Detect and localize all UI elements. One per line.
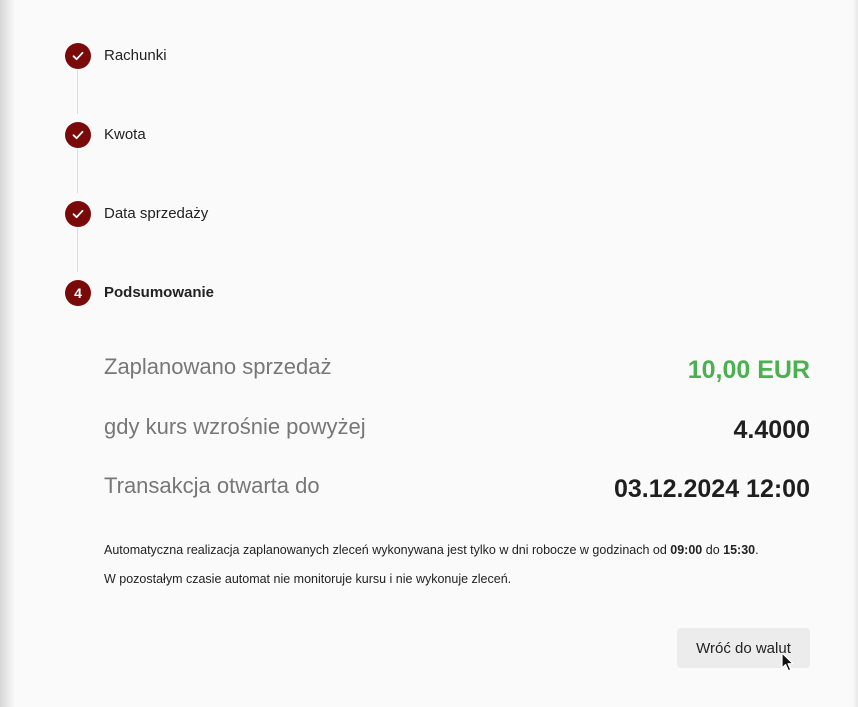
info-monitoring-note: W pozostałym czasie automat nie monitoru… bbox=[104, 572, 512, 586]
stepper-connector bbox=[77, 70, 78, 114]
summary-label-open-until: Transakcja otwarta do bbox=[104, 473, 320, 498]
step-3-completed-indicator bbox=[65, 201, 91, 227]
check-icon bbox=[72, 51, 84, 61]
info-execution-hours: Automatyczna realizacja zaplanowanych zl… bbox=[104, 542, 759, 558]
step-4-active-indicator: 4 bbox=[65, 280, 91, 306]
summary-value-amount: 10,00 EUR bbox=[687, 356, 810, 384]
stepper-connector bbox=[77, 228, 78, 272]
stepper-connector bbox=[77, 149, 78, 193]
summary-value-open-until: 03.12.2024 12:00 bbox=[613, 475, 810, 503]
step-1-completed-indicator bbox=[65, 43, 91, 69]
step-label-podsumowanie: Podsumowanie bbox=[104, 284, 215, 301]
summary-label-rate-threshold: gdy kurs wzrośnie powyżej bbox=[104, 414, 366, 439]
app-frame: Rachunki Kwota Data sprzedaży 4 Podsumow… bbox=[0, 0, 858, 707]
step-label-rachunki: Rachunki bbox=[104, 47, 167, 64]
summary-value-rate: 4.4000 bbox=[733, 416, 810, 444]
step-number: 4 bbox=[74, 285, 82, 301]
right-panel-edge bbox=[852, 0, 858, 707]
step-label-kwota: Kwota bbox=[104, 126, 146, 143]
check-icon bbox=[72, 130, 84, 140]
left-panel-edge bbox=[0, 0, 14, 707]
step-2-completed-indicator bbox=[65, 122, 91, 148]
info-line1-middle: do bbox=[702, 543, 724, 557]
info-line1-prefix: Automatyczna realizacja zaplanowanych zl… bbox=[104, 543, 671, 557]
info-time-from: 09:00 bbox=[670, 543, 703, 557]
step-label-data-sprzedazy: Data sprzedaży bbox=[104, 205, 209, 222]
info-time-to: 15:30 bbox=[723, 543, 756, 557]
info-line1-suffix: . bbox=[755, 543, 759, 557]
mouse-pointer-icon bbox=[781, 652, 794, 672]
check-icon bbox=[72, 209, 84, 219]
summary-label-planned-sale: Zaplanowano sprzedaż bbox=[104, 354, 332, 379]
